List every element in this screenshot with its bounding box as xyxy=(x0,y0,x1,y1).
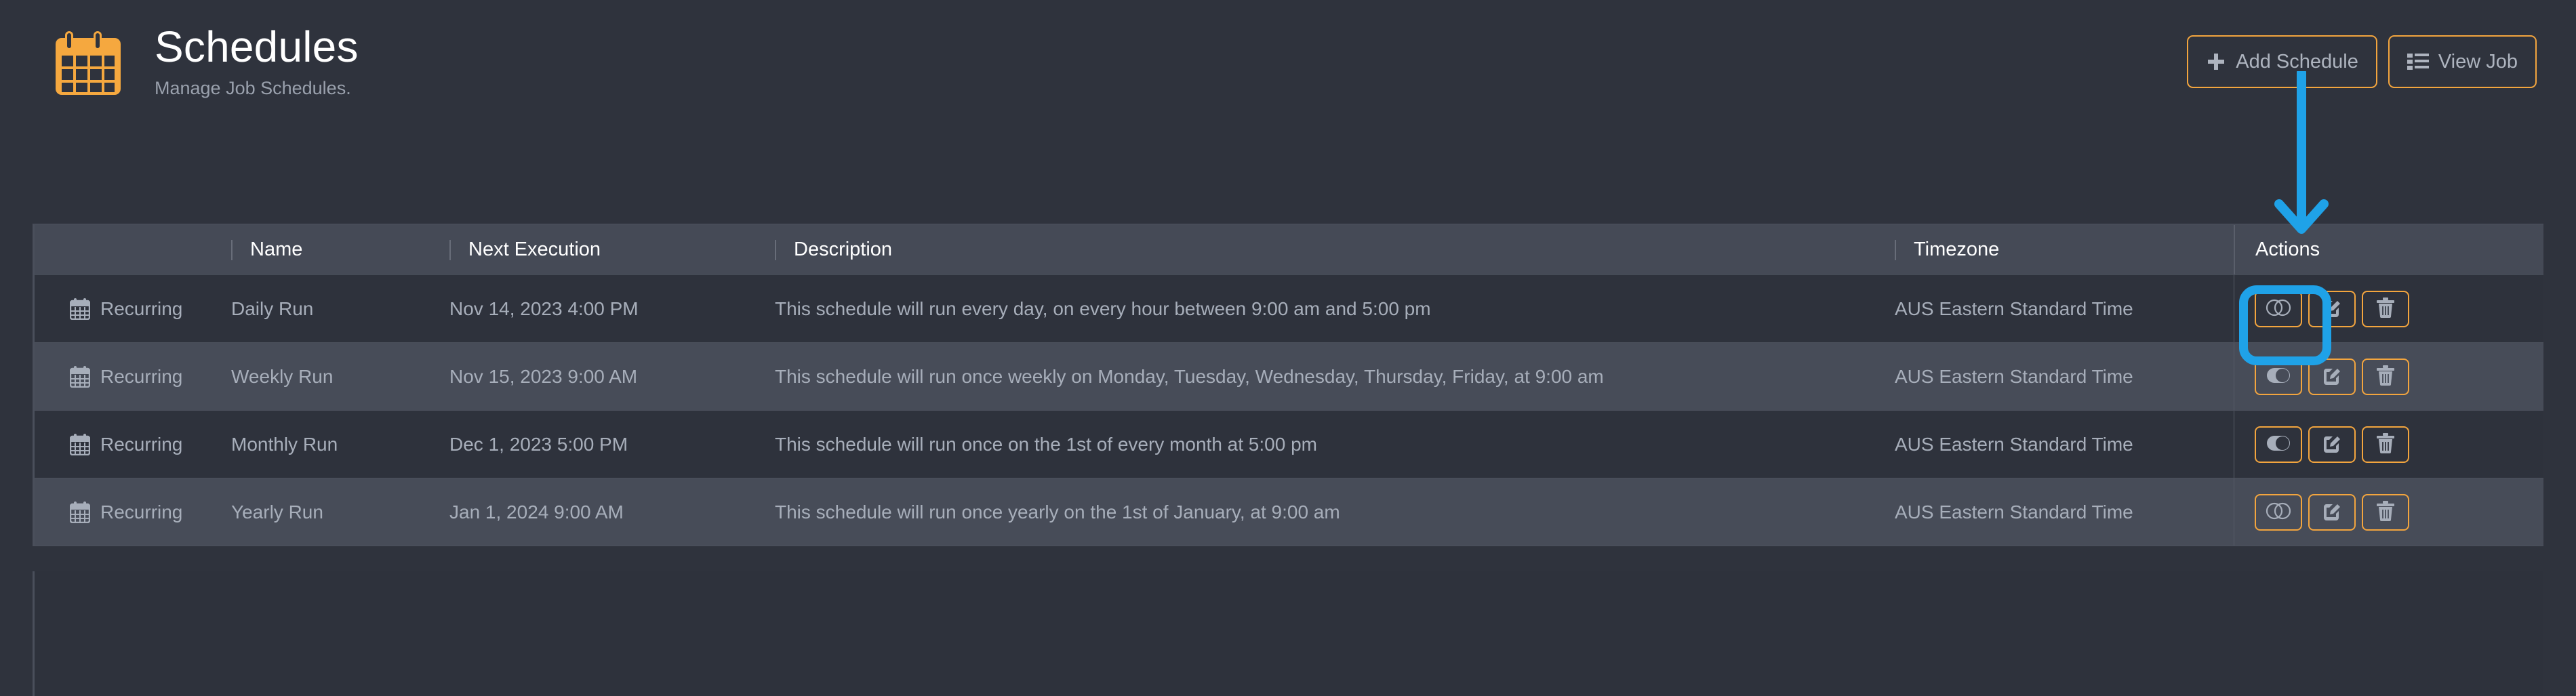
column-divider xyxy=(775,239,776,260)
action-group xyxy=(2255,290,2409,327)
view-job-button[interactable]: View Job xyxy=(2388,35,2537,88)
table-header-timezone[interactable]: Timezone xyxy=(1895,225,2234,274)
row-timezone-cell: AUS Eastern Standard Time xyxy=(1895,433,2133,455)
plus-icon xyxy=(2206,52,2226,72)
toggle-button[interactable] xyxy=(2255,290,2302,327)
toggle-button[interactable] xyxy=(2255,493,2302,531)
table-header-type[interactable] xyxy=(35,225,231,274)
row-actions-cell xyxy=(2234,478,2541,546)
calendar-icon xyxy=(70,298,90,320)
row-timezone-cell: AUS Eastern Standard Time xyxy=(1895,298,2133,319)
row-name-cell: Daily Run xyxy=(231,298,314,319)
table-empty-area xyxy=(33,571,2543,696)
list-icon xyxy=(2407,52,2429,71)
row-next-execution-cell: Nov 14, 2023 4:00 PM xyxy=(449,298,639,319)
row-description-cell: This schedule will run every day, on eve… xyxy=(775,298,1431,319)
row-description-cell: This schedule will run once weekly on Mo… xyxy=(775,365,1604,387)
row-next-execution-cell: Nov 15, 2023 9:00 AM xyxy=(449,365,638,387)
delete-icon xyxy=(2377,298,2394,320)
table-header-description[interactable]: Description xyxy=(775,225,1895,274)
row-type-label: Recurring xyxy=(100,433,183,455)
row-type-cell: Recurring xyxy=(35,343,231,410)
toggle-icon xyxy=(2266,367,2291,386)
column-divider xyxy=(1895,239,1896,260)
header-actions: Add Schedule View Job xyxy=(2187,35,2537,88)
table-row[interactable]: Recurring Daily Run Nov 14, 2023 4:00 PM… xyxy=(35,275,2543,343)
table-header-next-execution-label: Next Execution xyxy=(468,239,601,260)
row-next-execution-cell: Jan 1, 2024 9:00 AM xyxy=(449,501,624,523)
toggle-icon xyxy=(2266,434,2291,454)
delete-button[interactable] xyxy=(2362,493,2409,531)
row-name-cell: Weekly Run xyxy=(231,365,334,387)
row-name-cell: Yearly Run xyxy=(231,501,323,523)
edit-button[interactable] xyxy=(2308,493,2356,531)
edit-button[interactable] xyxy=(2308,290,2356,327)
edit-button[interactable] xyxy=(2308,358,2356,395)
action-group xyxy=(2255,426,2409,463)
page-subtitle: Manage Job Schedules. xyxy=(155,78,351,99)
toggle-button[interactable] xyxy=(2255,358,2302,395)
toggle-button[interactable] xyxy=(2255,426,2302,463)
row-actions-cell xyxy=(2234,275,2541,342)
add-schedule-label: Add Schedule xyxy=(2236,50,2358,73)
table-header-actions-label: Actions xyxy=(2255,239,2320,260)
table-row[interactable]: Recurring Monthly Run Dec 1, 2023 5:00 P… xyxy=(35,411,2543,478)
row-next-execution-cell: Dec 1, 2023 5:00 PM xyxy=(449,433,628,455)
table-header-timezone-label: Timezone xyxy=(1914,239,2000,260)
delete-icon xyxy=(2377,501,2394,523)
calendar-icon xyxy=(54,26,129,100)
edit-icon xyxy=(2322,298,2342,320)
table-header-row: Name Next Execution Description Timezone… xyxy=(35,225,2543,275)
page-header: Schedules Manage Job Schedules. Add Sche… xyxy=(0,0,2576,157)
action-group xyxy=(2255,358,2409,395)
title-block: Schedules Manage Job Schedules. xyxy=(54,19,359,100)
delete-button[interactable] xyxy=(2362,426,2409,463)
row-type-label: Recurring xyxy=(100,365,183,387)
toggle-icon xyxy=(2266,502,2291,522)
column-divider xyxy=(449,239,451,260)
row-type-label: Recurring xyxy=(100,501,183,523)
toggle-icon xyxy=(2266,299,2291,319)
column-divider xyxy=(231,239,233,260)
table-header-actions: Actions xyxy=(2234,225,2541,274)
table-row[interactable]: Recurring Yearly Run Jan 1, 2024 9:00 AM… xyxy=(35,478,2543,546)
table-header-name-label: Name xyxy=(250,239,303,260)
table-header-next-execution[interactable]: Next Execution xyxy=(449,225,775,274)
delete-icon xyxy=(2377,365,2394,388)
view-job-label: View Job xyxy=(2438,50,2518,73)
calendar-icon xyxy=(70,501,90,523)
row-type-cell: Recurring xyxy=(35,411,231,478)
delete-button[interactable] xyxy=(2362,358,2409,395)
edit-icon xyxy=(2322,501,2342,523)
row-actions-cell xyxy=(2234,411,2541,478)
page-title: Schedules xyxy=(155,22,359,71)
delete-button[interactable] xyxy=(2362,290,2409,327)
row-actions-cell xyxy=(2234,343,2541,410)
row-timezone-cell: AUS Eastern Standard Time xyxy=(1895,501,2133,523)
title-text-group: Schedules Manage Job Schedules. xyxy=(155,19,359,99)
row-type-cell: Recurring xyxy=(35,478,231,546)
row-timezone-cell: AUS Eastern Standard Time xyxy=(1895,365,2133,387)
calendar-icon xyxy=(70,433,90,455)
table-row[interactable]: Recurring Weekly Run Nov 15, 2023 9:00 A… xyxy=(35,343,2543,411)
action-group xyxy=(2255,493,2409,531)
table-header-description-label: Description xyxy=(794,239,893,260)
table-header-name[interactable]: Name xyxy=(231,225,449,274)
edit-button[interactable] xyxy=(2308,426,2356,463)
row-type-label: Recurring xyxy=(100,298,183,319)
add-schedule-button[interactable]: Add Schedule xyxy=(2187,35,2377,88)
row-description-cell: This schedule will run once on the 1st o… xyxy=(775,433,1317,455)
calendar-icon xyxy=(70,365,90,388)
row-description-cell: This schedule will run once yearly on th… xyxy=(775,501,1340,523)
row-type-cell: Recurring xyxy=(35,275,231,342)
schedules-table: Name Next Execution Description Timezone… xyxy=(33,224,2543,546)
edit-icon xyxy=(2322,433,2342,455)
edit-icon xyxy=(2322,365,2342,388)
row-name-cell: Monthly Run xyxy=(231,433,338,455)
delete-icon xyxy=(2377,433,2394,455)
